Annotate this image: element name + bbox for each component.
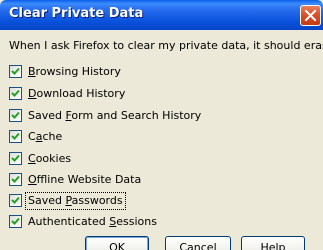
title-bar[interactable]: Clear Private Data <box>0 0 323 30</box>
checkmark-icon <box>11 67 20 75</box>
checkbox-offline-website-data[interactable] <box>9 173 22 186</box>
help-button[interactable]: Help <box>241 236 305 250</box>
checkmark-icon <box>11 217 20 225</box>
checkmark-icon <box>11 154 20 162</box>
option-label: Saved Passwords <box>25 192 126 210</box>
option-label: Saved Form and Search History <box>28 109 202 122</box>
option-label: Cookies <box>28 152 72 165</box>
option-label: Download History <box>28 87 126 100</box>
option-label: Browsing History <box>28 65 121 78</box>
erase-prompt: When I ask Firefox to clear my private d… <box>9 39 323 52</box>
clear-private-data-dialog: Clear Private Data When I ask Firefox to… <box>0 0 323 250</box>
checkmark-icon <box>11 175 20 183</box>
checkmark-icon <box>11 132 20 140</box>
checkmark-icon <box>11 89 20 97</box>
option-label: Offline Website Data <box>28 173 142 186</box>
option-label: Authenticated Sessions <box>28 215 157 228</box>
close-icon <box>304 9 317 22</box>
option-label: Cache <box>28 130 63 143</box>
checkmark-icon <box>11 111 20 119</box>
ok-button[interactable]: OK <box>85 236 149 250</box>
checkbox-browsing-history[interactable] <box>9 65 22 78</box>
cancel-button[interactable]: Cancel <box>165 236 231 250</box>
checkbox-form-search-history[interactable] <box>9 109 22 122</box>
close-button[interactable] <box>300 5 321 26</box>
checkbox-authenticated-sessions[interactable] <box>9 215 22 228</box>
dialog-title: Clear Private Data <box>9 6 144 21</box>
checkbox-cache[interactable] <box>9 130 22 143</box>
checkbox-saved-passwords[interactable] <box>9 194 22 207</box>
checkmark-icon <box>11 196 20 204</box>
checkbox-download-history[interactable] <box>9 87 22 100</box>
checkbox-cookies[interactable] <box>9 152 22 165</box>
